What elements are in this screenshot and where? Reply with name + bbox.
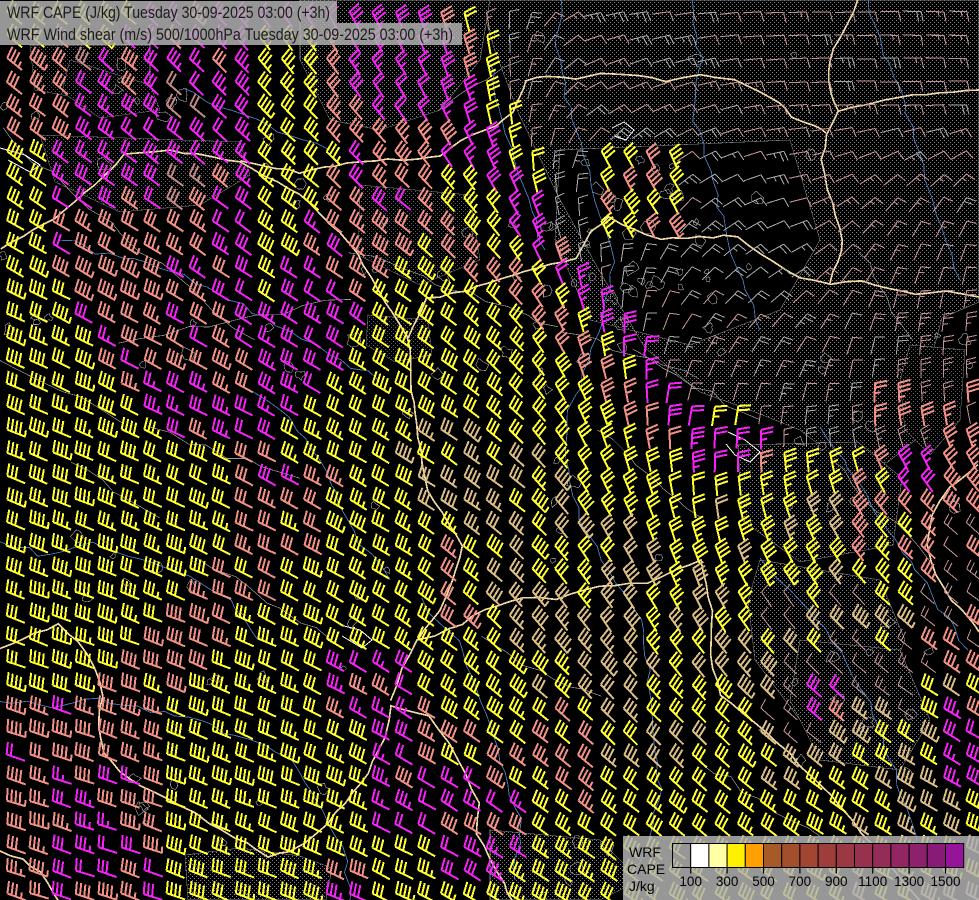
svg-text:1300: 1300: [894, 874, 924, 889]
svg-text:300: 300: [716, 874, 739, 889]
svg-text:1500: 1500: [930, 874, 960, 889]
svg-text:WRF: WRF: [629, 844, 661, 860]
svg-text:CAPE: CAPE: [627, 861, 665, 877]
svg-text:1100: 1100: [858, 874, 887, 889]
svg-text:WRF Wind shear (m/s) 500/1000h: WRF Wind shear (m/s) 500/1000hPa Tuesday…: [7, 26, 453, 44]
svg-text:J/kg: J/kg: [629, 878, 655, 894]
svg-text:500: 500: [752, 874, 775, 889]
svg-text:100: 100: [679, 874, 702, 889]
svg-text:WRF CAPE (J/kg) Tuesday 30-09-: WRF CAPE (J/kg) Tuesday 30-09-2025 03:00…: [7, 4, 330, 22]
svg-text:900: 900: [825, 874, 848, 889]
svg-text:700: 700: [789, 874, 812, 889]
